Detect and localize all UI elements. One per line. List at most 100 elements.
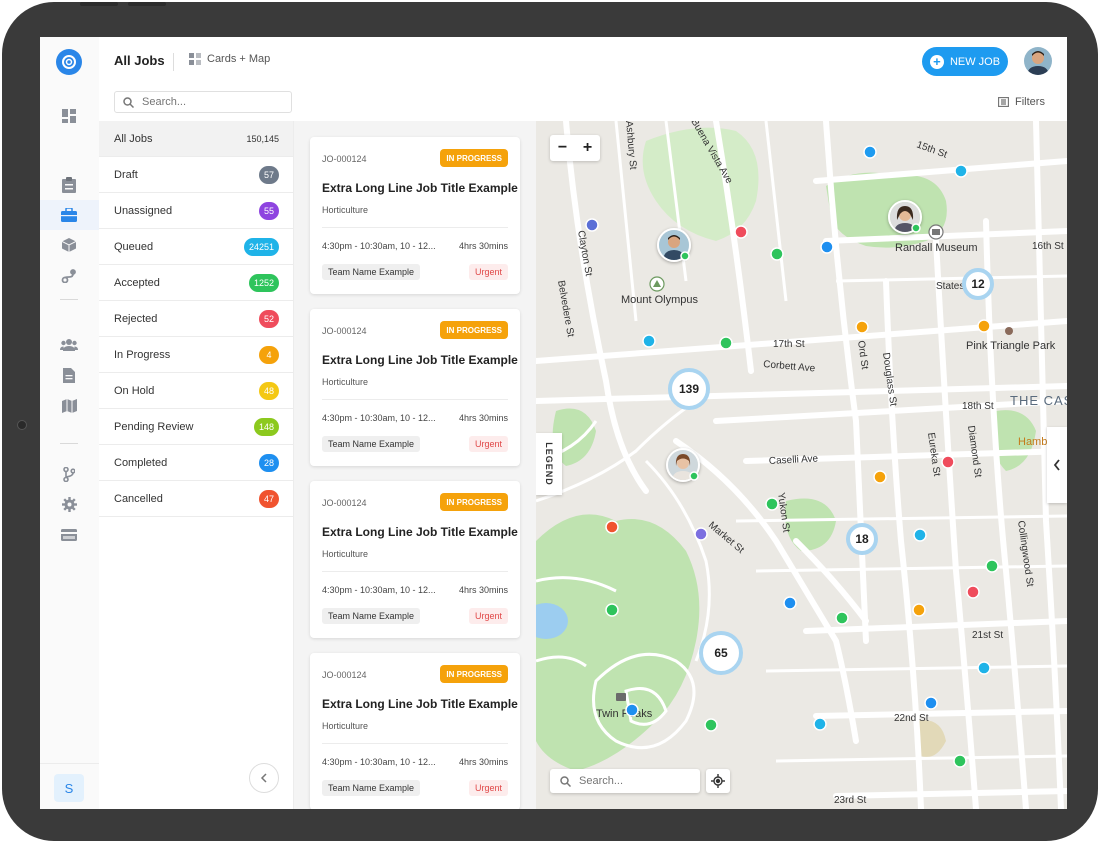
status-item-in-progress[interactable]: In Progress 4 xyxy=(99,337,293,373)
zoom-controls: − + xyxy=(550,135,600,161)
icon-rail: S xyxy=(40,37,100,809)
status-item-rejected[interactable]: Rejected 52 xyxy=(99,301,293,337)
street-label: Corbett Ave xyxy=(763,359,816,375)
team-tag: Team Name Example xyxy=(322,780,421,796)
job-card[interactable]: JO-000124 IN PROGRESS Extra Long Line Jo… xyxy=(310,481,520,638)
settings-gear-icon[interactable] xyxy=(57,492,81,516)
app-screen: S All Jobs Cards + Map + NEW JOB Search.… xyxy=(40,37,1067,809)
status-badge: IN PROGRESS xyxy=(440,321,508,339)
status-item-cancelled[interactable]: Cancelled 47 xyxy=(99,481,293,517)
card-divider xyxy=(322,227,508,228)
page-title: All Jobs xyxy=(114,53,165,68)
app-logo[interactable] xyxy=(56,49,82,75)
clipboard-icon[interactable] xyxy=(57,173,81,197)
package-icon[interactable] xyxy=(57,233,81,257)
status-item-completed[interactable]: Completed 28 xyxy=(99,445,293,481)
credit-card-icon[interactable] xyxy=(57,523,81,547)
status-label: In Progress xyxy=(114,348,171,361)
filters-button[interactable]: Filters xyxy=(998,96,1045,108)
status-count-badge: 52 xyxy=(258,309,279,328)
legend-toggle[interactable]: LEGEND xyxy=(536,433,562,495)
status-count-badge: 48 xyxy=(258,381,279,400)
grid-icon xyxy=(189,53,201,65)
worker-avatar[interactable] xyxy=(657,228,691,262)
map-search-input[interactable] xyxy=(577,774,691,788)
status-label: Rejected xyxy=(114,312,158,325)
map-cluster[interactable]: 65 xyxy=(699,631,743,675)
expand-panel-button[interactable] xyxy=(1047,427,1067,503)
document-icon[interactable] xyxy=(57,363,81,387)
rail-divider xyxy=(60,443,78,444)
jobs-map[interactable]: Clayton St Belvedere St 17th St Corbett … xyxy=(536,121,1067,809)
street-label: Market St xyxy=(706,520,746,556)
new-job-label: NEW JOB xyxy=(949,55,1001,68)
map-cluster[interactable]: 139 xyxy=(668,368,710,410)
job-title: Extra Long Line Job Title Example xyxy=(322,181,518,195)
tablet-frame: S All Jobs Cards + Map + NEW JOB Search.… xyxy=(2,2,1098,841)
status-count-badge: 57 xyxy=(258,165,279,184)
search-input[interactable] xyxy=(140,95,284,109)
job-id: JO-000124 xyxy=(322,326,367,336)
map-cluster[interactable]: 18 xyxy=(846,523,878,555)
place-label: Mount Olympus xyxy=(621,294,699,306)
job-cards-column: JO-000124 IN PROGRESS Extra Long Line Jo… xyxy=(294,121,536,809)
status-label: Cancelled xyxy=(114,492,163,505)
card-divider xyxy=(322,571,508,572)
map-cluster[interactable]: 12 xyxy=(962,268,994,300)
status-item-unassigned[interactable]: Unassigned 55 xyxy=(99,193,293,229)
street-label: 15th St xyxy=(915,139,949,160)
status-count-badge: 1252 xyxy=(248,273,279,292)
zoom-in-button[interactable]: + xyxy=(575,135,600,161)
street-label: Douglass St xyxy=(880,352,898,407)
street-label: Collingwood St xyxy=(1015,520,1035,588)
view-mode-label: Cards + Map xyxy=(207,53,271,65)
new-job-button[interactable]: + NEW JOB xyxy=(922,47,1008,76)
priority-tag: Urgent xyxy=(468,264,508,280)
job-duration: 4hrs 30mins xyxy=(458,413,508,423)
status-item-on-hold[interactable]: On Hold 48 xyxy=(99,373,293,409)
map-icon[interactable] xyxy=(57,394,81,418)
workspace-avatar[interactable]: S xyxy=(54,774,84,802)
job-id: JO-000124 xyxy=(322,670,367,680)
job-id: JO-000124 xyxy=(322,498,367,508)
status-badge: IN PROGRESS xyxy=(440,149,508,167)
plus-icon: + xyxy=(929,54,944,69)
job-time: 4:30pm - 10:30am, 10 - 12... xyxy=(322,241,436,251)
team-icon[interactable] xyxy=(57,333,81,357)
legend-label: LEGEND xyxy=(544,442,555,486)
place-label: Randall Museum xyxy=(895,242,978,254)
job-category: Horticulture xyxy=(322,205,369,215)
locate-me-button[interactable] xyxy=(706,769,730,793)
status-item-accepted[interactable]: Accepted 1252 xyxy=(99,265,293,301)
team-tag: Team Name Example xyxy=(322,608,421,624)
worker-avatar[interactable] xyxy=(888,200,922,234)
status-item-queued[interactable]: Queued 24251 xyxy=(99,229,293,265)
status-count-badge: 28 xyxy=(258,453,279,472)
worker-avatar[interactable] xyxy=(666,448,700,482)
filters-label: Filters xyxy=(1015,96,1045,108)
priority-tag: Urgent xyxy=(468,436,508,452)
dashboard-icon[interactable] xyxy=(57,104,81,128)
crosshair-icon xyxy=(711,774,725,788)
job-card[interactable]: JO-000124 IN PROGRESS Extra Long Line Jo… xyxy=(310,137,520,294)
route-icon[interactable] xyxy=(57,264,81,288)
status-item-all-jobs[interactable]: All Jobs 150,145 xyxy=(99,121,293,157)
street-label: States xyxy=(936,281,964,292)
status-label: Accepted xyxy=(114,276,160,289)
view-mode-toggle[interactable]: Cards + Map xyxy=(189,53,270,65)
street-label: Clayton St xyxy=(575,230,594,278)
map-canvas: Clayton St Belvedere St 17th St Corbett … xyxy=(536,121,1067,809)
title-divider xyxy=(173,53,174,71)
briefcase-icon[interactable] xyxy=(57,203,81,227)
place-label: Hamb xyxy=(1018,436,1047,448)
status-item-draft[interactable]: Draft 57 xyxy=(99,157,293,193)
collapse-panel-button[interactable] xyxy=(249,763,279,793)
street-label: 17th St xyxy=(773,339,805,350)
job-card[interactable]: JO-000124 IN PROGRESS Extra Long Line Jo… xyxy=(310,309,520,466)
job-card[interactable]: JO-000124 IN PROGRESS Extra Long Line Jo… xyxy=(310,653,520,809)
status-label: Queued xyxy=(114,240,154,253)
zoom-out-button[interactable]: − xyxy=(550,135,575,161)
user-avatar[interactable] xyxy=(1024,47,1052,75)
status-item-pending-review[interactable]: Pending Review 148 xyxy=(99,409,293,445)
workflow-icon[interactable] xyxy=(57,462,81,486)
